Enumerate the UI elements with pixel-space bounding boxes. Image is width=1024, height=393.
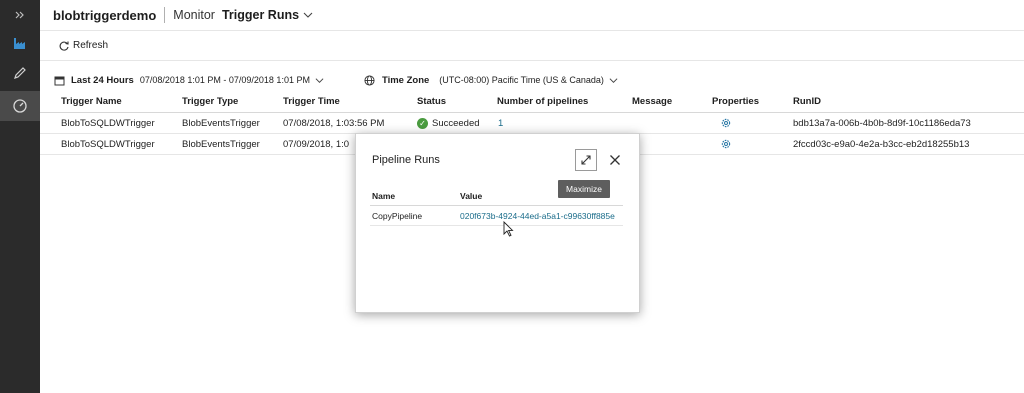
table-header: Trigger Name Trigger Type Trigger Time S…: [40, 91, 1024, 113]
maximize-button[interactable]: [575, 149, 597, 171]
column-header-trigger-type[interactable]: Trigger Type: [182, 91, 238, 112]
close-button[interactable]: [605, 150, 625, 170]
factory-icon[interactable]: [0, 28, 40, 58]
pencil-icon[interactable]: [0, 58, 40, 88]
time-range-value: 07/08/2018 1:01 PM - 07/09/2018 1:01 PM: [139, 75, 310, 85]
left-nav-rail: [0, 0, 40, 393]
check-circle-icon: ✓: [417, 117, 428, 129]
page-title[interactable]: Trigger Runs: [222, 8, 299, 22]
column-header-value: Value: [460, 190, 483, 201]
mouse-cursor-icon: [503, 221, 514, 237]
time-zone-value: (UTC-08:00) Pacific Time (US & Canada): [439, 75, 604, 85]
column-header-message[interactable]: Message: [632, 91, 672, 112]
time-range-label: Last 24 Hours: [71, 74, 134, 86]
pipelines-count-link[interactable]: 1: [498, 113, 503, 133]
monitor-gauge-icon[interactable]: [0, 91, 40, 121]
trigger-name-cell: BlobToSQLDWTrigger: [61, 117, 155, 129]
chevron-down-icon[interactable]: [303, 10, 313, 20]
refresh-icon: [59, 41, 69, 51]
page-header: blobtriggerdemo Monitor Trigger Runs: [40, 0, 1024, 31]
refresh-label: Refresh: [73, 40, 109, 51]
column-header-trigger-name[interactable]: Trigger Name: [61, 91, 122, 112]
pipeline-name: CopyPipeline: [372, 210, 423, 221]
refresh-button[interactable]: Refresh: [58, 40, 108, 52]
runid-cell: bdb13a7a-006b-4b0b-8d9f-10c1186eda73: [793, 117, 971, 129]
status-cell: ✓ Succeeded: [417, 113, 480, 133]
trigger-type-cell: BlobEventsTrigger: [182, 117, 260, 129]
column-header-name: Name: [372, 190, 396, 201]
dialog-title: Pipeline Runs: [372, 154, 440, 166]
column-header-runid[interactable]: RunID: [793, 91, 821, 112]
pipeline-run-id-link[interactable]: 020f673b-4924-44ed-a5a1-c99630ff885e: [460, 206, 615, 225]
list-item: CopyPipeline 020f673b-4924-44ed-a5a1-c99…: [370, 206, 623, 226]
maximize-tooltip: Maximize: [558, 180, 610, 198]
gear-icon[interactable]: [720, 134, 732, 154]
globe-icon: [364, 74, 375, 86]
column-header-trigger-time[interactable]: Trigger Time: [283, 91, 340, 112]
status-text: Succeeded: [432, 117, 480, 129]
pipeline-runs-dialog: Pipeline Runs Name Value CopyPipeline 02…: [355, 133, 640, 313]
breadcrumb-monitor[interactable]: Monitor: [173, 8, 215, 22]
runid-cell: 2fccd03c-e9a0-4e2a-b3cc-eb2d18255b13: [793, 138, 970, 150]
header-divider: [164, 7, 166, 23]
time-zone-label: Time Zone: [381, 74, 430, 86]
calendar-icon: [54, 76, 65, 85]
trigger-time-cell: 07/08/2018, 1:03:56 PM: [283, 117, 385, 129]
column-header-properties[interactable]: Properties: [712, 91, 759, 112]
expand-chevrons-icon[interactable]: [0, 0, 40, 30]
trigger-type-cell: BlobEventsTrigger: [182, 138, 260, 150]
filter-bar: Last 24 Hours 07/08/2018 1:01 PM - 07/09…: [40, 70, 1024, 90]
close-icon: [610, 155, 620, 165]
toolbar: Refresh: [40, 31, 1024, 61]
chevron-down-icon: [315, 77, 324, 83]
time-zone-filter[interactable]: Time Zone (UTC-08:00) Pacific Time (US &…: [364, 75, 618, 86]
gear-icon[interactable]: [720, 113, 732, 133]
factory-name[interactable]: blobtriggerdemo: [53, 8, 156, 23]
table-row[interactable]: BlobToSQLDWTrigger BlobEventsTrigger 07/…: [40, 113, 1024, 134]
time-range-filter[interactable]: Last 24 Hours 07/08/2018 1:01 PM - 07/09…: [54, 75, 324, 86]
chevron-down-icon: [609, 77, 618, 83]
maximize-icon: [581, 155, 591, 165]
trigger-time-cell: 07/09/2018, 1:0: [283, 138, 350, 150]
column-header-status[interactable]: Status: [417, 91, 446, 112]
column-header-pipelines[interactable]: Number of pipelines: [497, 91, 588, 112]
trigger-name-cell: BlobToSQLDWTrigger: [61, 138, 155, 150]
